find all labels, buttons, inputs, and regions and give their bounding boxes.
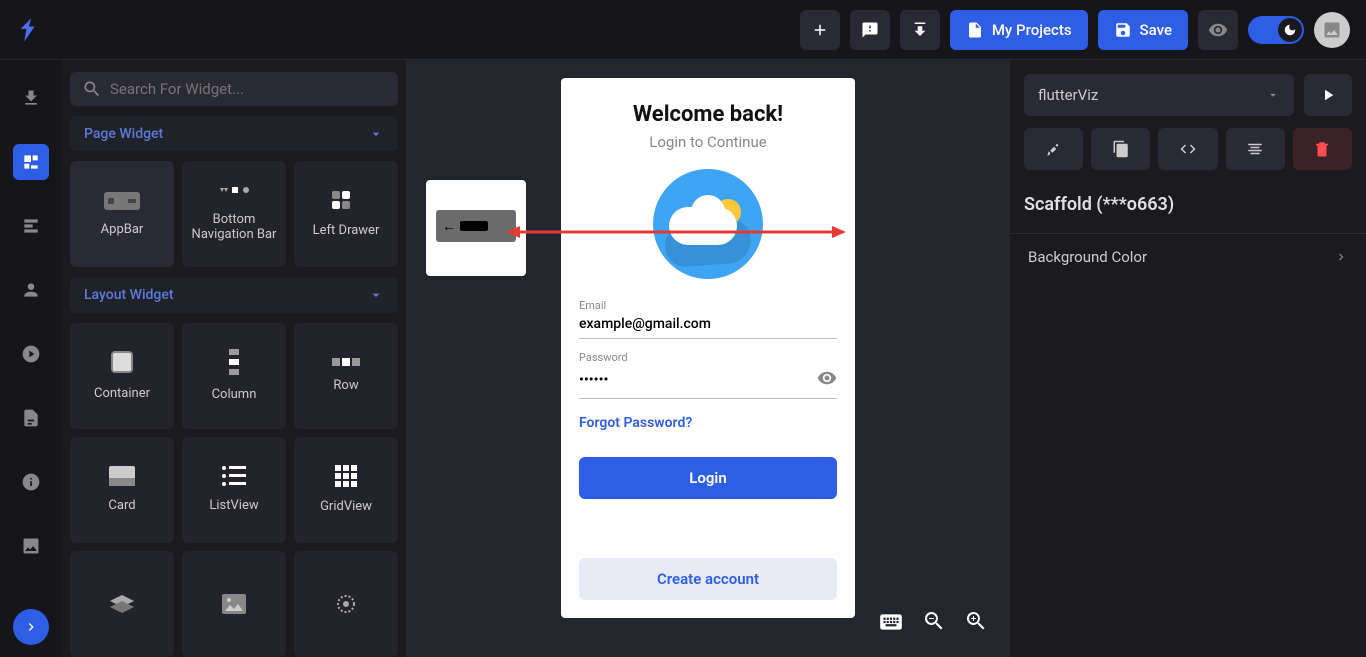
section-label: Layout Widget: [84, 287, 174, 303]
widget-label: Bottom Navigation Bar: [188, 212, 280, 242]
widget-listview[interactable]: ListView: [182, 437, 286, 543]
widgets-panel: Page Widget AppBar Bottom Navigation Bar…: [62, 60, 406, 657]
widget-container[interactable]: Container: [70, 323, 174, 429]
preview-title: Welcome back!: [579, 102, 837, 127]
email-label: Email: [579, 299, 837, 312]
widget-stack[interactable]: [70, 551, 174, 657]
align-tool[interactable]: [1226, 128, 1285, 170]
canvas-tools: [878, 609, 988, 639]
widget-label: GridView: [320, 499, 372, 514]
nav-info-icon[interactable]: [13, 464, 49, 500]
widget-label: AppBar: [101, 222, 144, 237]
nav-play-icon[interactable]: [13, 336, 49, 372]
device-preview: Welcome back! Login to Continue Email Pa…: [561, 78, 855, 618]
email-input[interactable]: [579, 316, 837, 332]
chevron-down-icon: [1266, 88, 1280, 102]
section-label: Page Widget: [84, 126, 163, 142]
widget-column[interactable]: Column: [182, 323, 286, 429]
chevron-down-icon: [368, 287, 384, 303]
widget-label: Card: [108, 498, 135, 513]
forgot-password-link[interactable]: Forgot Password?: [579, 415, 837, 431]
zoom-out-icon[interactable]: [922, 609, 946, 639]
eye-icon[interactable]: [817, 368, 837, 392]
keyboard-icon[interactable]: [878, 609, 904, 639]
widget-card[interactable]: Card: [70, 437, 174, 543]
topbar: My Projects Save: [0, 0, 1366, 60]
inspector-panel: flutterViz Scaffold (***o663) Background…: [1010, 60, 1366, 657]
widget-appbar[interactable]: AppBar: [70, 161, 174, 267]
dark-mode-toggle[interactable]: [1248, 16, 1304, 44]
bg-color-label: Background Color: [1028, 248, 1147, 266]
nav-rail: [0, 60, 62, 657]
app-logo: [16, 16, 44, 44]
add-button[interactable]: [800, 10, 840, 50]
widget-gridview[interactable]: GridView: [294, 437, 398, 543]
nav-import-icon[interactable]: [13, 80, 49, 116]
section-page-widget[interactable]: Page Widget: [70, 116, 398, 152]
search-icon: [82, 79, 102, 99]
save-button[interactable]: Save: [1098, 10, 1188, 50]
canvas[interactable]: ← Welcome back! Login to Continue Email …: [406, 60, 1010, 657]
chevron-right-icon: [1334, 250, 1348, 264]
nav-expand-icon[interactable]: [13, 609, 49, 645]
nav-widgets-icon[interactable]: [13, 144, 49, 180]
password-label: Password: [579, 351, 837, 364]
widget-other[interactable]: [294, 551, 398, 657]
zoom-in-icon[interactable]: [964, 609, 988, 639]
save-label: Save: [1140, 21, 1172, 39]
widget-label: Left Drawer: [313, 223, 380, 238]
widget-row[interactable]: Row: [294, 323, 398, 429]
nav-user-icon[interactable]: [13, 272, 49, 308]
scaffold-title: Scaffold (***o663): [1010, 170, 1366, 219]
widget-label: ListView: [209, 498, 258, 513]
search-input[interactable]: [110, 80, 386, 98]
widget-image[interactable]: [182, 551, 286, 657]
run-button[interactable]: [1304, 74, 1352, 116]
login-button[interactable]: Login: [579, 457, 837, 499]
magic-tool[interactable]: [1024, 128, 1083, 170]
widget-label: Container: [94, 386, 150, 401]
delete-tool[interactable]: [1293, 128, 1352, 170]
background-color-prop[interactable]: Background Color: [1010, 233, 1366, 279]
code-tool[interactable]: [1158, 128, 1217, 170]
user-avatar[interactable]: [1314, 12, 1350, 48]
chevron-down-icon: [368, 126, 384, 142]
weather-logo: [653, 169, 763, 279]
download-button[interactable]: [900, 10, 940, 50]
nav-layers-icon[interactable]: [13, 208, 49, 244]
copy-tool[interactable]: [1091, 128, 1150, 170]
widget-left-drawer[interactable]: Left Drawer: [294, 161, 398, 267]
my-projects-label: My Projects: [992, 21, 1072, 39]
nav-image-icon[interactable]: [13, 528, 49, 564]
widget-bottom-nav[interactable]: Bottom Navigation Bar: [182, 161, 286, 267]
preview-button[interactable]: [1198, 10, 1238, 50]
widget-search[interactable]: [70, 72, 398, 106]
preview-subtitle: Login to Continue: [579, 133, 837, 151]
section-layout-widget[interactable]: Layout Widget: [70, 277, 398, 313]
feedback-button[interactable]: [850, 10, 890, 50]
create-account-button[interactable]: Create account: [579, 558, 837, 600]
widget-label: Column: [212, 387, 257, 402]
tree-thumbnail[interactable]: ←: [426, 180, 526, 276]
email-field: Email: [579, 299, 837, 339]
widget-label: Row: [333, 378, 358, 393]
nav-doc-icon[interactable]: [13, 400, 49, 436]
selected-item-label: flutterViz: [1038, 86, 1098, 104]
my-projects-button[interactable]: My Projects: [950, 10, 1088, 50]
password-input[interactable]: ••••••: [579, 372, 817, 388]
password-field: Password ••••••: [579, 351, 837, 399]
scaffold-selector[interactable]: flutterViz: [1024, 74, 1294, 116]
